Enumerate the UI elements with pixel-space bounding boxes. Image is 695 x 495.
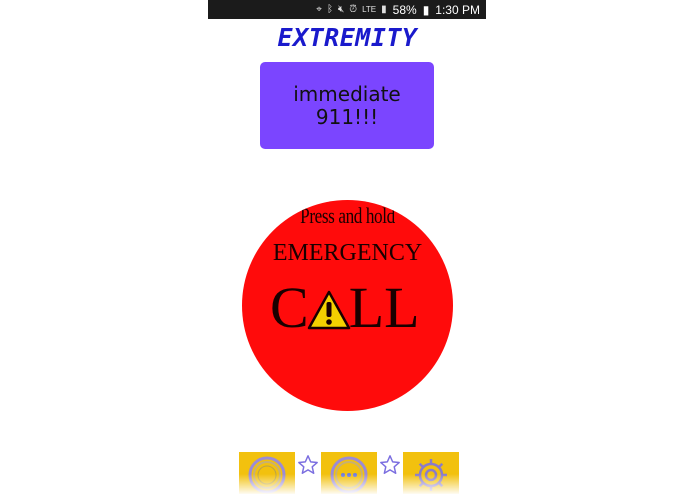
- nav-timer-button[interactable]: [239, 452, 295, 494]
- timer-icon: [248, 456, 286, 494]
- alarm-icon: ⏰︎: [349, 4, 358, 15]
- nav-chat-button[interactable]: [321, 452, 377, 494]
- immediate-button-line2: 911!!!: [315, 104, 379, 129]
- immediate-911-button[interactable]: immediate 911!!!: [260, 62, 434, 149]
- chat-icon: [330, 456, 368, 494]
- emergency-call-button[interactable]: Press and hold EMERGENCY C LL: [242, 200, 453, 411]
- immediate-button-line1: immediate: [293, 81, 401, 106]
- mute-icon: 🔇︎: [337, 4, 345, 15]
- press-and-hold-text: Press and hold: [300, 203, 395, 228]
- star-icon: [298, 455, 318, 474]
- network-label: LTE: [362, 5, 377, 14]
- nav-settings-button[interactable]: [403, 452, 459, 494]
- clock: 1:30 PM: [435, 2, 480, 17]
- status-icons: ⌖ ᛒ 🔇︎ ⏰︎ LTE ▮: [316, 4, 386, 15]
- battery-percent: 58%: [392, 2, 417, 17]
- bottom-nav: [0, 452, 695, 494]
- star-icon: [380, 455, 400, 474]
- call-text-left: C: [270, 275, 309, 340]
- signal-icon: ▮: [381, 4, 387, 15]
- emergency-text: EMERGENCY: [272, 240, 423, 266]
- warning-icon: [307, 290, 350, 330]
- call-text-right: LL: [348, 275, 420, 340]
- app-title: EXTREMITY: [277, 23, 418, 52]
- gear-icon: [415, 459, 447, 491]
- call-text: C LL: [270, 278, 420, 338]
- bluetooth-icon: ᛒ: [326, 4, 333, 15]
- status-bar: ⌖ ᛒ 🔇︎ ⏰︎ LTE ▮ 58% ▮ 1:30 PM: [208, 0, 486, 19]
- battery-icon: ▮: [422, 2, 430, 17]
- location-icon: ⌖: [316, 4, 322, 15]
